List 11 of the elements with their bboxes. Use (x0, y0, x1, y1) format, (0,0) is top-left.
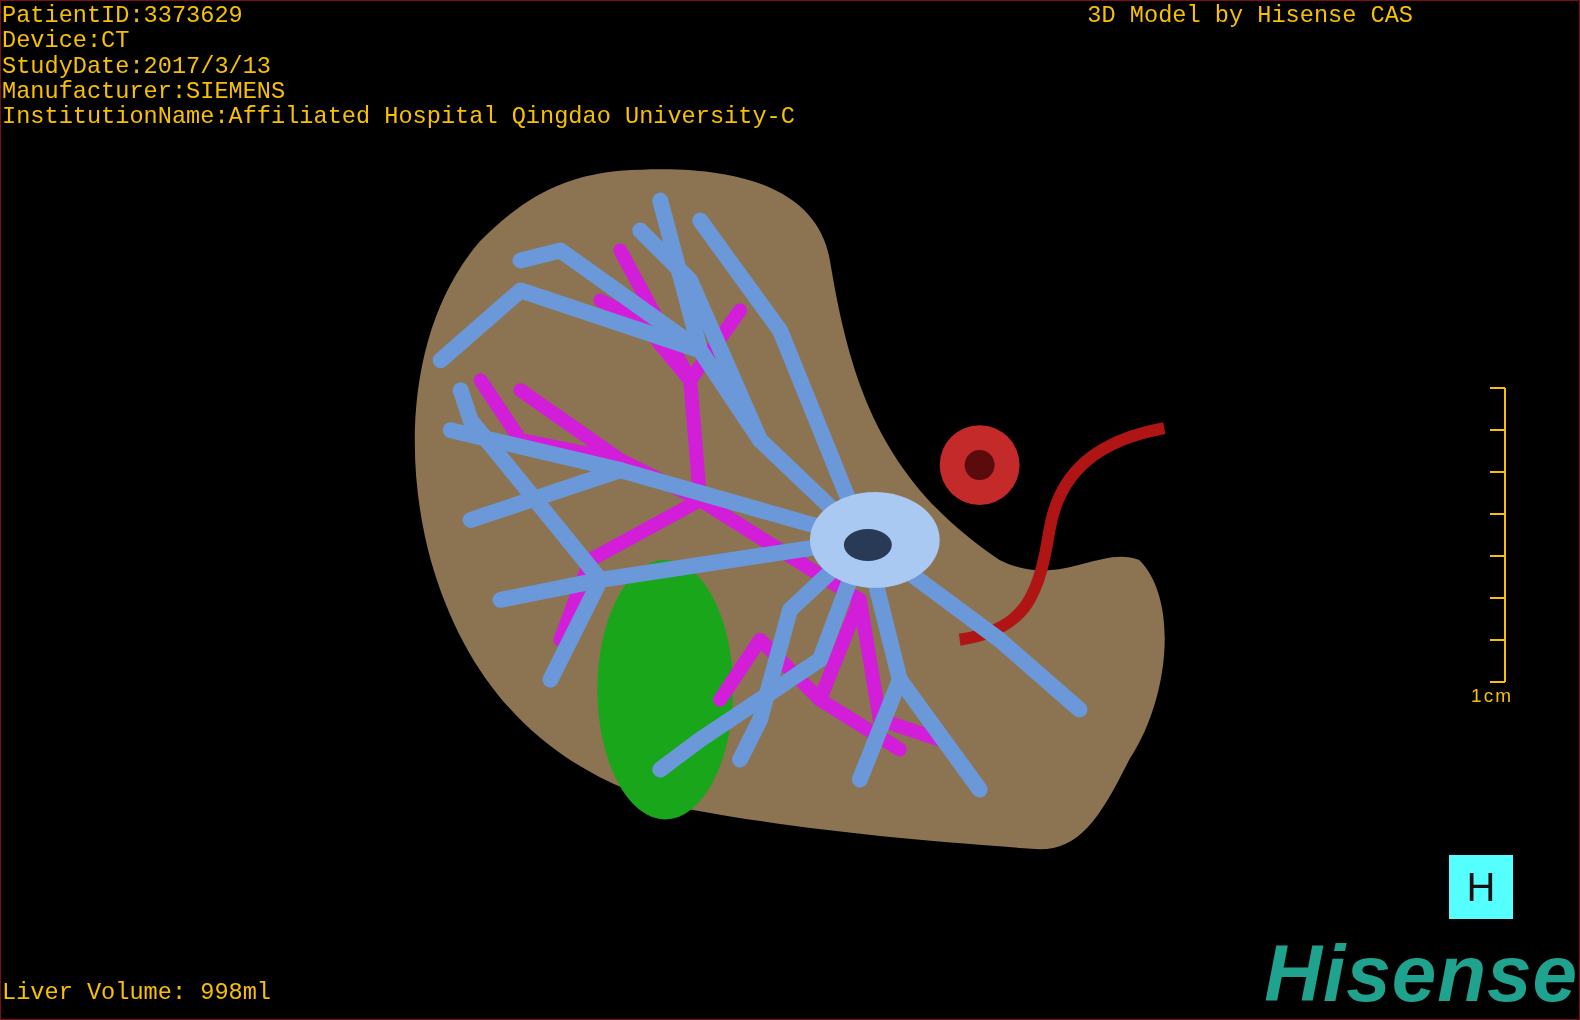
model-title: 3D Model by Hisense CAS (1087, 1, 1413, 29)
study-info-text: StudyDate:2017/3/13 (2, 53, 272, 79)
study-info-text: Device:CT (2, 28, 131, 54)
view-button[interactable]: H (1449, 855, 1513, 919)
study-info-text: PatientID:3373629 (2, 3, 244, 29)
liver-volume-text: Liver Volume: 998ml (2, 980, 271, 1005)
brand-logo: Hisense (1264, 939, 1578, 1009)
scale-label: 1cm (1471, 685, 1513, 708)
study-info-text: InstitutionName:Affiliated Hospital Qingdao University-C (2, 104, 795, 130)
study-info-text: Manufacturer:SIEMENS (2, 78, 287, 105)
scale-bar-icon (1489, 387, 1507, 684)
